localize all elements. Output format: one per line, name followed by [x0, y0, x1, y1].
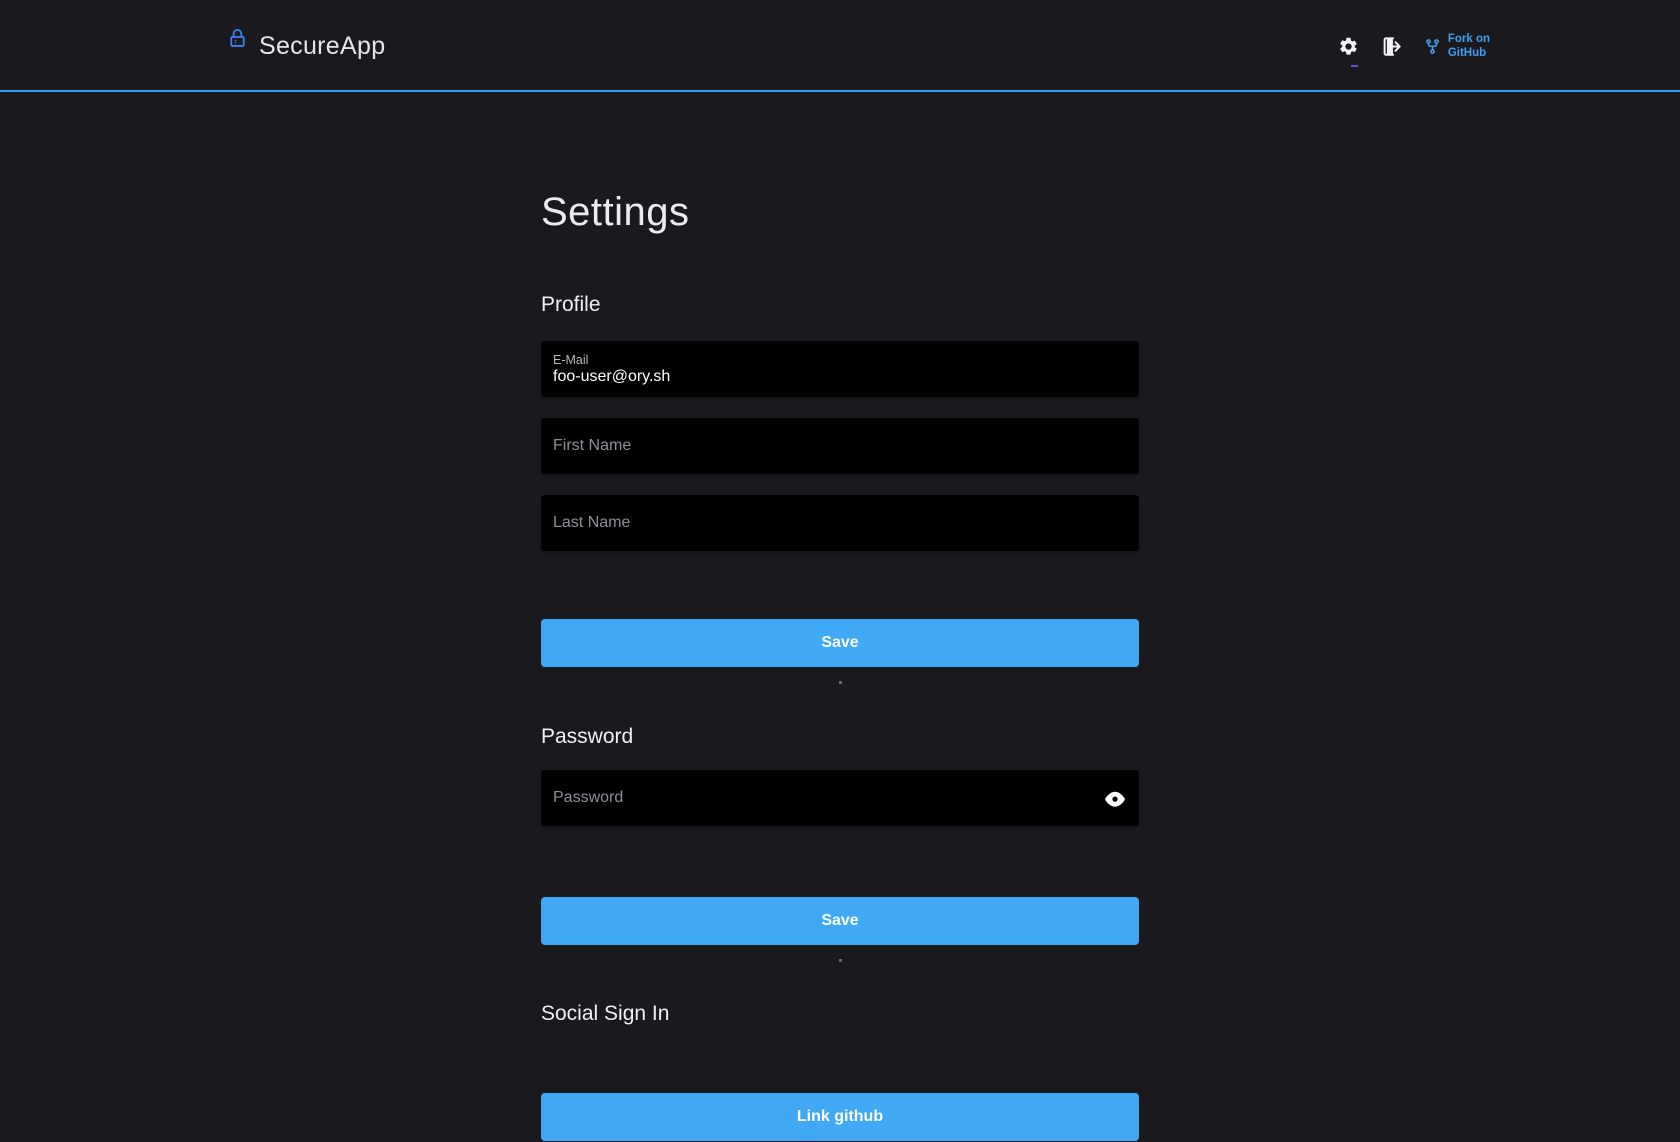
- fork-link-label: Fork on GitHub: [1448, 32, 1490, 61]
- email-input[interactable]: [553, 368, 1127, 386]
- fork-on-github-link[interactable]: Fork on GitHub: [1424, 32, 1490, 61]
- first-name-input[interactable]: [553, 437, 1127, 455]
- email-field-label: E-Mail: [553, 353, 1127, 368]
- last-name-input[interactable]: [553, 514, 1127, 532]
- profile-save-button[interactable]: Save: [541, 619, 1139, 667]
- settings-page: Settings Profile E-Mail Save Password Sa…: [541, 192, 1139, 1141]
- password-heading: Password: [541, 724, 1139, 749]
- app-header: SecureApp: [0, 0, 1680, 92]
- brand: SecureApp: [228, 0, 385, 92]
- email-field-container: E-Mail: [541, 341, 1139, 397]
- social-sign-in-heading: Social Sign In: [541, 1001, 1139, 1026]
- settings-button[interactable]: [1338, 36, 1359, 57]
- section-divider-dot: [839, 681, 842, 684]
- page-title: Settings: [541, 192, 1139, 232]
- section-divider-dot: [839, 959, 842, 962]
- password-field-container: [541, 770, 1139, 826]
- password-save-button[interactable]: Save: [541, 897, 1139, 945]
- eye-icon: [1105, 788, 1125, 808]
- sign-out-icon: [1381, 36, 1402, 57]
- toggle-password-visibility-button[interactable]: [1105, 788, 1125, 808]
- app-title: SecureApp: [259, 32, 385, 61]
- link-github-button[interactable]: Link github: [541, 1093, 1139, 1141]
- lock-icon: [228, 29, 247, 48]
- logout-button[interactable]: [1381, 36, 1402, 57]
- gear-icon: [1338, 36, 1359, 57]
- header-actions: Fork on GitHub: [1338, 0, 1490, 92]
- last-name-field-container: [541, 495, 1139, 551]
- first-name-field-container: [541, 418, 1139, 474]
- git-fork-icon: [1424, 38, 1441, 55]
- profile-heading: Profile: [541, 292, 1139, 317]
- password-input[interactable]: [553, 789, 1127, 807]
- gear-underline: [1351, 65, 1358, 67]
